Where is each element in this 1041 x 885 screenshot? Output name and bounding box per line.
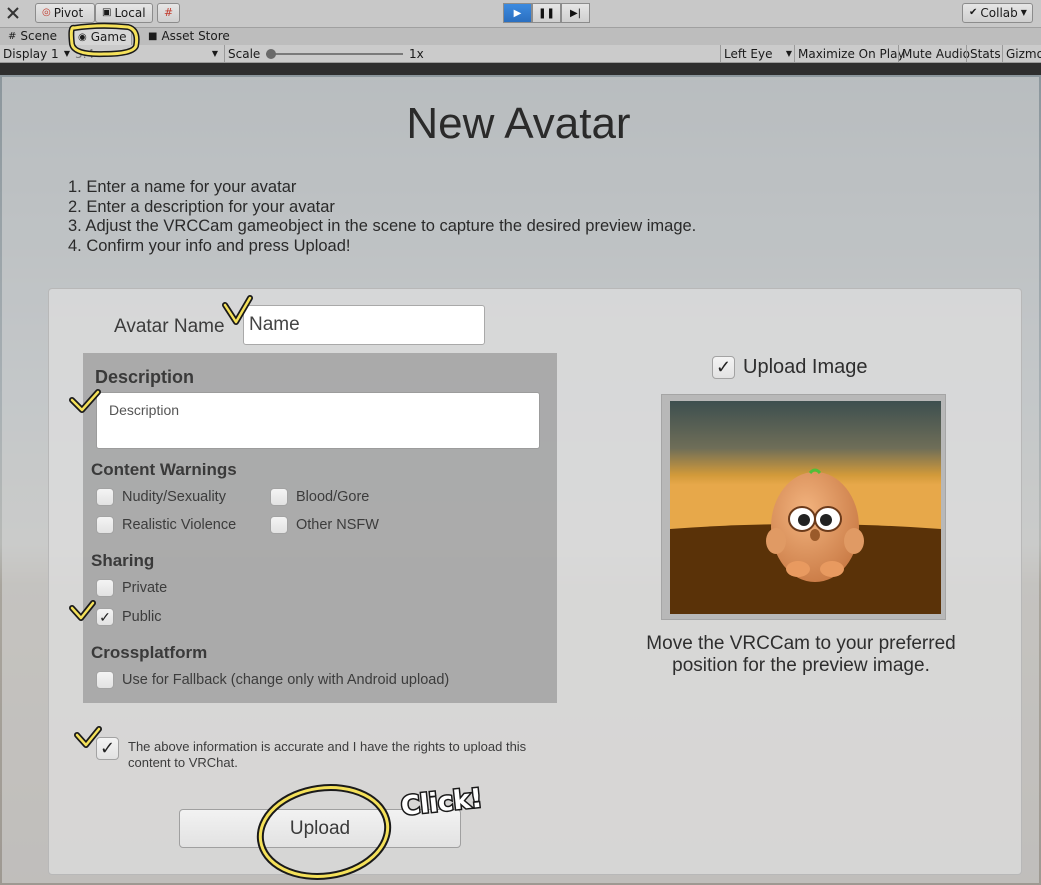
content-warnings-heading: Content Warnings [91,460,237,479]
upload-image-toggle[interactable]: ✓ Upload Image [712,356,868,379]
play-button[interactable]: ▶ [503,3,532,23]
unity-toolbar: ◎ Pivot ▣ Local # ▶ ❚❚ ▶| ✔ Collab ▼ [0,0,1041,28]
step-button[interactable]: ▶| [561,3,590,23]
editor-tab-row: # Scene ◉ Game ■ Asset Store [0,28,1041,45]
local-icon: ▣ [102,7,112,18]
hash-icon: # [8,31,17,42]
instructions-list: 1. Enter a name for your avatar 2. Enter… [68,178,696,256]
gamepad-icon: ◉ [78,31,87,43]
preview-image-frame [661,394,946,620]
avatar-preview-render [670,401,941,614]
sharing-public-checkbox[interactable]: ✓ Public [96,608,162,626]
grid-snap-button[interactable]: # [157,3,180,23]
mute-audio-toggle[interactable]: Mute Audio [898,45,973,63]
tab-game[interactable]: ◉ Game [72,28,133,45]
description-heading: Description [95,367,195,387]
page-title: New Avatar [406,99,631,148]
checkbox-box[interactable] [96,516,114,534]
fallback-checkbox[interactable]: Use for Fallback (change only with Andro… [96,671,449,689]
dropdown-arrow-icon: ▼ [1020,8,1027,17]
resolution-dropdown[interactable]: 5:4 ▼ [72,45,222,63]
pivot-icon: ◎ [42,7,51,18]
instruction-step: 2. Enter a description for your avatar [68,197,335,216]
checkbox-box[interactable]: ✓ [712,356,735,379]
gizmos-toggle[interactable]: Gizmo [1002,45,1041,63]
pause-icon: ❚❚ [538,7,555,19]
maximize-on-play-toggle[interactable]: Maximize On Play [794,45,908,63]
warning-violence-checkbox[interactable]: Realistic Violence [96,516,236,534]
tab-asset-store[interactable]: ■ Asset Store [143,28,235,45]
agreement-text: The above information is accurate and I … [128,739,527,770]
avatar-preview-image [670,401,941,614]
warning-nudity-checkbox[interactable]: Nudity/Sexuality [96,488,226,506]
dropdown-arrow-icon: ▼ [785,49,792,58]
game-view-border [0,63,1041,75]
pivot-button[interactable]: ◎ Pivot [35,3,95,23]
game-view-bar: Display 1 ▼ 5:4 ▼ Scale 1x Left Eye ▼ Ma… [0,45,1041,63]
scale-control: Scale 1x [224,45,720,63]
upload-button[interactable]: Upload [179,809,461,848]
crossplatform-heading: Crossplatform [91,643,208,662]
stats-toggle[interactable]: Stats [966,45,1004,63]
collab-button[interactable]: ✔ Collab ▼ [962,3,1033,23]
checkbox-box[interactable] [270,516,288,534]
checkbox-box[interactable] [270,488,288,506]
tools-icon[interactable] [3,3,23,23]
checkmark-icon: ✓ [715,357,732,377]
dropdown-arrow-icon: ▼ [211,49,218,58]
grid-icon: # [163,6,174,19]
sharing-heading: Sharing [91,551,155,570]
checkmark-icon: ✓ [99,738,116,759]
step-icon: ▶| [569,7,582,19]
instruction-step: 4. Confirm your info and press Upload! [68,236,351,255]
checkmark-icon: ✓ [99,608,111,625]
checkbox-box[interactable] [96,488,114,506]
play-icon: ▶ [513,7,522,19]
avatar-name-label: Avatar Name [114,316,225,337]
playback-controls: ▶ ❚❚ ▶| [503,3,590,23]
check-icon: ✔ [969,7,978,18]
pause-button[interactable]: ❚❚ [532,3,561,23]
sharing-private-checkbox[interactable]: Private [96,579,167,597]
warning-nsfw-checkbox[interactable]: Other NSFW [270,516,379,534]
scale-slider-handle[interactable] [266,49,276,59]
display-dropdown[interactable]: Display 1 ▼ [0,45,72,63]
instruction-step: 3. Adjust the VRCCam gameobject in the s… [68,217,697,235]
checkbox-box[interactable]: ✓ [96,608,114,626]
description-input[interactable]: Description [96,392,540,449]
avatar-name-input[interactable]: Name [243,305,485,345]
dropdown-arrow-icon: ▼ [63,49,70,58]
agreement-checkbox[interactable]: ✓ [96,737,119,760]
instruction-step: 1. Enter a name for your avatar [68,178,297,196]
preview-caption: Move the VRCCam to your preferred positi… [646,633,956,676]
scale-slider[interactable] [266,49,403,59]
tab-scene[interactable]: # Scene [3,28,62,45]
checkbox-box[interactable] [96,579,114,597]
local-button[interactable]: ▣ Local [95,3,153,23]
store-icon: ■ [148,31,158,42]
checkbox-box[interactable] [96,671,114,689]
eye-dropdown[interactable]: Left Eye ▼ [720,45,794,63]
warning-blood-checkbox[interactable]: Blood/Gore [270,488,369,506]
